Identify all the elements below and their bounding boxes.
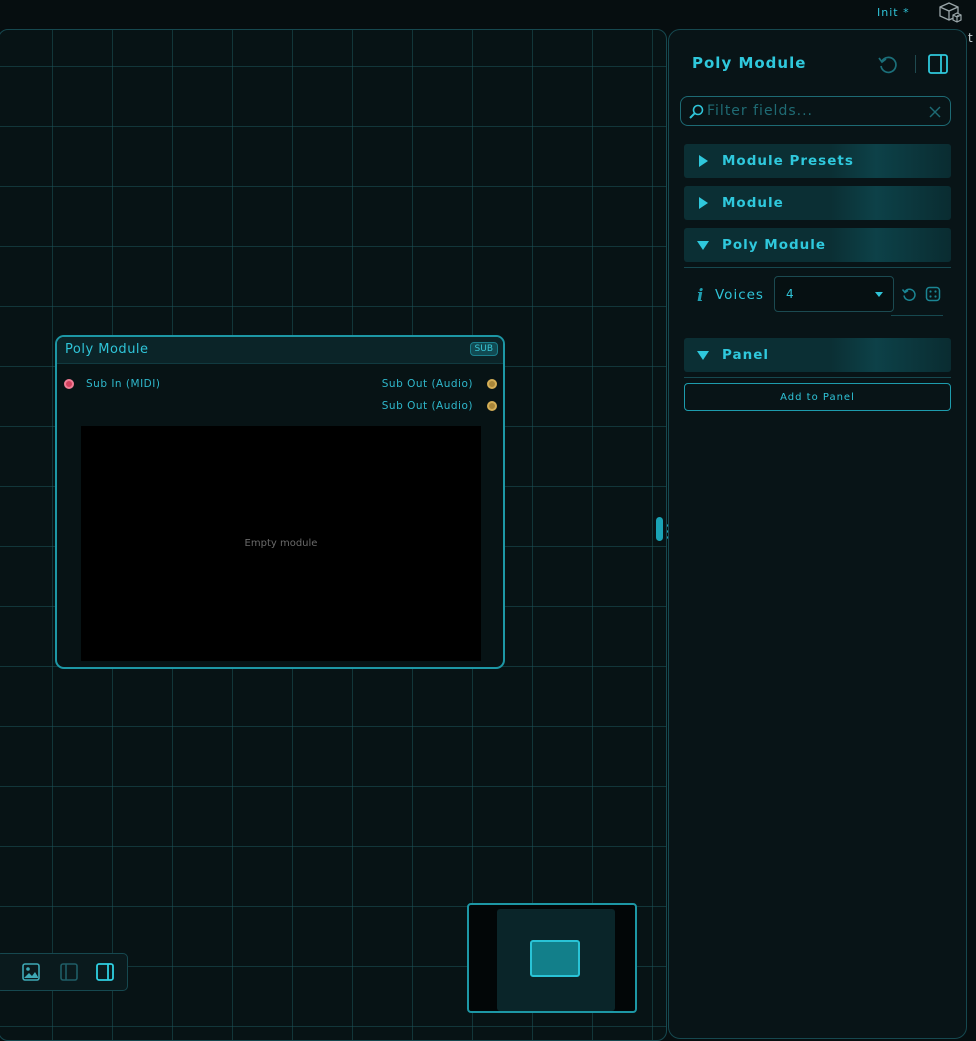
add-to-panel-button[interactable]: Add to Panel <box>684 383 951 411</box>
minimap-viewport[interactable] <box>530 940 580 977</box>
field-divider <box>891 315 943 316</box>
section-divider <box>684 267 951 268</box>
poly-module-node[interactable]: Poly Module SUB Sub In (MIDI) Sub Out (A… <box>55 335 505 669</box>
clear-icon[interactable] <box>928 105 942 119</box>
filter-input[interactable] <box>707 102 917 120</box>
node-title: Poly Module <box>65 342 149 357</box>
audio-output-port[interactable] <box>487 379 497 389</box>
canvas-toolbar <box>0 953 128 991</box>
info-icon[interactable]: i <box>697 286 707 306</box>
left-sidebar-icon[interactable] <box>59 962 79 982</box>
edge-text: t <box>968 31 973 45</box>
node-badge: SUB <box>469 342 498 356</box>
inspector-panel: Poly Module Module Presets Module Poly M… <box>668 29 967 1039</box>
section-divider <box>684 377 951 378</box>
field-reset-icon[interactable] <box>901 286 917 302</box>
section-panel[interactable]: Panel <box>684 338 951 372</box>
graph-canvas[interactable]: Poly Module SUB Sub In (MIDI) Sub Out (A… <box>0 29 667 1041</box>
image-icon[interactable] <box>21 962 41 982</box>
section-module[interactable]: Module <box>684 186 951 220</box>
audio-output-port[interactable] <box>487 401 497 411</box>
output-port-label: Sub Out (Audio) <box>381 400 473 412</box>
section-label: Module <box>722 195 784 211</box>
module-body[interactable]: Empty module <box>81 426 481 661</box>
section-label: Panel <box>722 347 770 363</box>
node-header[interactable]: Poly Module SUB <box>57 337 503 364</box>
sidebar-toggle-icon[interactable] <box>927 53 949 75</box>
right-sidebar-icon[interactable] <box>95 962 115 982</box>
output-port-label: Sub Out (Audio) <box>381 378 473 390</box>
dice-icon[interactable] <box>925 286 941 302</box>
panel-resize-handle[interactable] <box>656 517 663 541</box>
section-module-presets[interactable]: Module Presets <box>684 144 951 178</box>
section-poly-module[interactable]: Poly Module <box>684 228 951 262</box>
input-port-label: Sub In (MIDI) <box>86 378 161 390</box>
header-divider <box>915 55 916 73</box>
top-bar: Init * t <box>0 0 976 45</box>
panel-title: Poly Module <box>692 54 807 72</box>
expand-arrow-icon <box>699 155 708 167</box>
voices-label: Voices <box>715 287 764 303</box>
search-icon <box>689 104 704 119</box>
expand-arrow-icon <box>699 197 708 209</box>
chevron-down-icon <box>875 292 883 297</box>
midi-input-port[interactable] <box>64 379 74 389</box>
reset-icon[interactable] <box>877 53 899 75</box>
project-name[interactable]: Init * <box>877 6 910 19</box>
collapse-arrow-icon <box>697 241 709 250</box>
voices-select[interactable]: 4 <box>774 276 894 312</box>
voices-value: 4 <box>786 287 794 301</box>
minimap[interactable] <box>467 903 637 1013</box>
cube-icon[interactable] <box>937 1 963 25</box>
filter-field[interactable] <box>680 96 951 126</box>
empty-module-text: Empty module <box>244 538 318 549</box>
section-label: Module Presets <box>722 153 854 169</box>
collapse-arrow-icon <box>697 351 709 360</box>
section-label: Poly Module <box>722 237 827 253</box>
